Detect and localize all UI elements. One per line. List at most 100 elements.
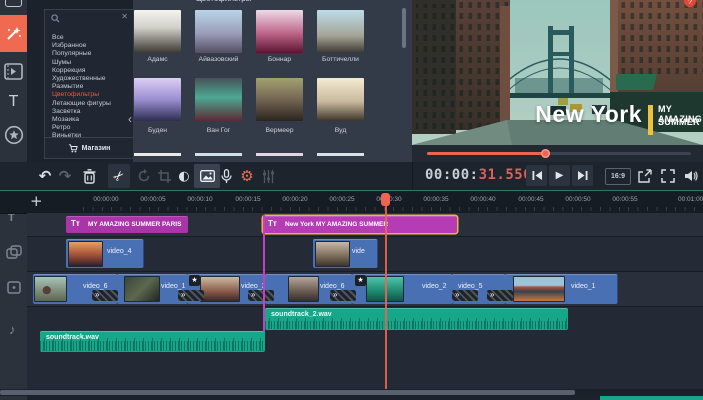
store-label: Магазин xyxy=(82,145,111,152)
audio-track: soundtrack_2.wav soundtrack.wav xyxy=(27,307,703,389)
preview-overlay-title: New York xyxy=(412,101,642,128)
clip-thumbnail xyxy=(513,276,565,302)
store-button[interactable]: Магазин xyxy=(45,137,133,158)
prev-frame-button[interactable] xyxy=(526,165,547,186)
filter-thumbnail[interactable] xyxy=(317,10,364,53)
split-button[interactable]: ✂ xyxy=(108,164,130,188)
filter-thumbnail[interactable] xyxy=(195,78,242,121)
linked-clip-line xyxy=(263,215,265,332)
filter-thumbnail-partial[interactable] xyxy=(256,153,303,156)
grid-scrollbar[interactable] xyxy=(402,8,406,48)
clip-properties-button[interactable]: ⚙ xyxy=(236,164,258,188)
expand-icon xyxy=(661,169,675,183)
sticker-star-icon xyxy=(4,125,24,145)
filter-thumbnail-partial[interactable] xyxy=(195,153,242,156)
undo-button[interactable]: ↶ xyxy=(34,164,56,188)
scissors-icon: ✂ xyxy=(110,167,128,185)
filters-tab-button[interactable] xyxy=(0,15,27,52)
overlay-clip-label: video_4 xyxy=(107,248,132,255)
category-item[interactable]: Размытие xyxy=(45,83,133,91)
ruler-label: 00:00:45 xyxy=(508,196,554,203)
add-track-button[interactable]: + xyxy=(30,192,43,210)
title-clip[interactable]: Tт MY AMAZING SUMMER PARIS xyxy=(66,216,188,233)
timeline-hscroll[interactable] xyxy=(0,389,703,396)
record-voice-button[interactable] xyxy=(215,164,237,188)
transitions-tab-button[interactable] xyxy=(0,60,27,82)
title-clip-label: MY AMAZING SUMMER PARIS xyxy=(88,221,181,228)
audio-levels-button[interactable] xyxy=(257,164,279,188)
filter-name: Боннар xyxy=(256,56,303,63)
timeline-tracks: Tт MY AMAZING SUMMER PARIS Tт New York M… xyxy=(0,213,703,389)
color-adjust-button[interactable]: ◐ xyxy=(173,164,195,188)
fullscreen-button[interactable] xyxy=(657,164,679,188)
category-item[interactable]: Все xyxy=(45,34,133,42)
audio-clip[interactable]: soundtrack.wav xyxy=(40,331,265,352)
transition-badge[interactable]: » xyxy=(487,290,513,301)
stickers-tab-button[interactable] xyxy=(0,124,27,146)
transition-badge[interactable]: » xyxy=(452,290,478,301)
category-item[interactable]: Коррекция xyxy=(45,67,133,75)
titles-tab-button[interactable]: T xyxy=(0,91,27,112)
title-clip-icon: Tт xyxy=(71,219,80,228)
close-icon[interactable]: ✕ xyxy=(121,12,128,21)
title-clip-selected[interactable]: Tт New York MY AMAZING SUMMER xyxy=(263,216,457,233)
video-clip-label: video_1 xyxy=(571,283,596,290)
seek-bar[interactable] xyxy=(427,152,691,155)
export-frame-button[interactable] xyxy=(634,164,656,188)
category-item-selected[interactable]: Цветофильтры xyxy=(45,91,133,99)
category-item[interactable]: Летающие фигуры xyxy=(45,100,133,108)
category-item[interactable]: Засветка xyxy=(45,108,133,116)
filter-thumbnail[interactable] xyxy=(195,10,242,53)
ruler-label: 00:00:55 xyxy=(602,196,648,203)
video-clip[interactable]: video_1 xyxy=(505,274,618,304)
category-item[interactable]: Шумы xyxy=(45,59,133,67)
filter-thumbnail[interactable] xyxy=(256,78,303,121)
media-icon[interactable] xyxy=(5,0,22,7)
redo-button[interactable]: ↷ xyxy=(54,164,76,188)
volume-button[interactable] xyxy=(680,164,702,188)
category-item[interactable]: Мозаика xyxy=(45,116,133,124)
seek-handle[interactable] xyxy=(541,149,550,158)
clip-thumbnail xyxy=(288,276,319,302)
transition-badge[interactable]: » xyxy=(92,290,118,301)
filter-thumbnail[interactable] xyxy=(256,10,303,53)
trash-icon xyxy=(83,169,96,184)
preview-player: New York MY AMAZING SUMMER ? xyxy=(412,0,703,145)
video-clip-label: video_1 xyxy=(161,283,186,290)
playhead-line[interactable] xyxy=(385,204,387,391)
crop-button[interactable] xyxy=(153,164,175,188)
overlay-clip[interactable]: video_4 xyxy=(66,239,144,268)
film-transition-icon xyxy=(4,63,23,80)
transition-badge[interactable]: » xyxy=(330,290,356,301)
speaker-icon xyxy=(684,170,698,182)
filter-thumbnail-partial[interactable] xyxy=(134,153,181,156)
filter-thumbnail[interactable] xyxy=(134,78,181,121)
filter-thumbnail-partial[interactable] xyxy=(317,153,364,156)
rotate-button[interactable] xyxy=(133,164,155,188)
category-item[interactable]: Художественные xyxy=(45,75,133,83)
video-editor-window: T T ♪ xyxy=(0,0,703,400)
category-item[interactable]: Избранное xyxy=(45,42,133,50)
applied-filter-star-icon: ★ xyxy=(189,275,200,286)
aspect-ratio-button[interactable]: 16:9 xyxy=(605,168,631,185)
search-icon[interactable] xyxy=(51,14,60,23)
transition-badge[interactable]: » xyxy=(178,290,204,301)
collapse-panel-icon[interactable]: ‹ xyxy=(128,112,132,126)
filter-thumbnail[interactable] xyxy=(134,10,181,53)
timeline-hscroll-thumb[interactable] xyxy=(0,390,575,395)
play-button[interactable]: ▶ xyxy=(549,165,570,186)
audio-clip[interactable]: soundtrack_2.wav xyxy=(265,308,568,330)
title-track: Tт MY AMAZING SUMMER PARIS Tт New York M… xyxy=(27,213,703,237)
category-item[interactable]: Ретро xyxy=(45,124,133,132)
filter-name: Буден xyxy=(134,127,181,134)
video-clip[interactable]: ★ video_2 xyxy=(352,274,453,304)
next-frame-button[interactable] xyxy=(572,165,593,186)
filter-thumbnail[interactable] xyxy=(317,78,364,121)
delete-button[interactable] xyxy=(78,164,100,188)
category-item[interactable]: Популярные xyxy=(45,50,133,58)
crop-icon xyxy=(158,170,171,183)
category-list: Все Избранное Популярные Шумы Коррекция … xyxy=(45,34,133,140)
transition-badge[interactable]: » xyxy=(248,290,274,301)
timeline-ruler[interactable]: + 00:00:00 00:00:05 00:00:10 00:00:15 00… xyxy=(0,191,703,214)
overlay-clip[interactable]: vide xyxy=(313,239,378,268)
